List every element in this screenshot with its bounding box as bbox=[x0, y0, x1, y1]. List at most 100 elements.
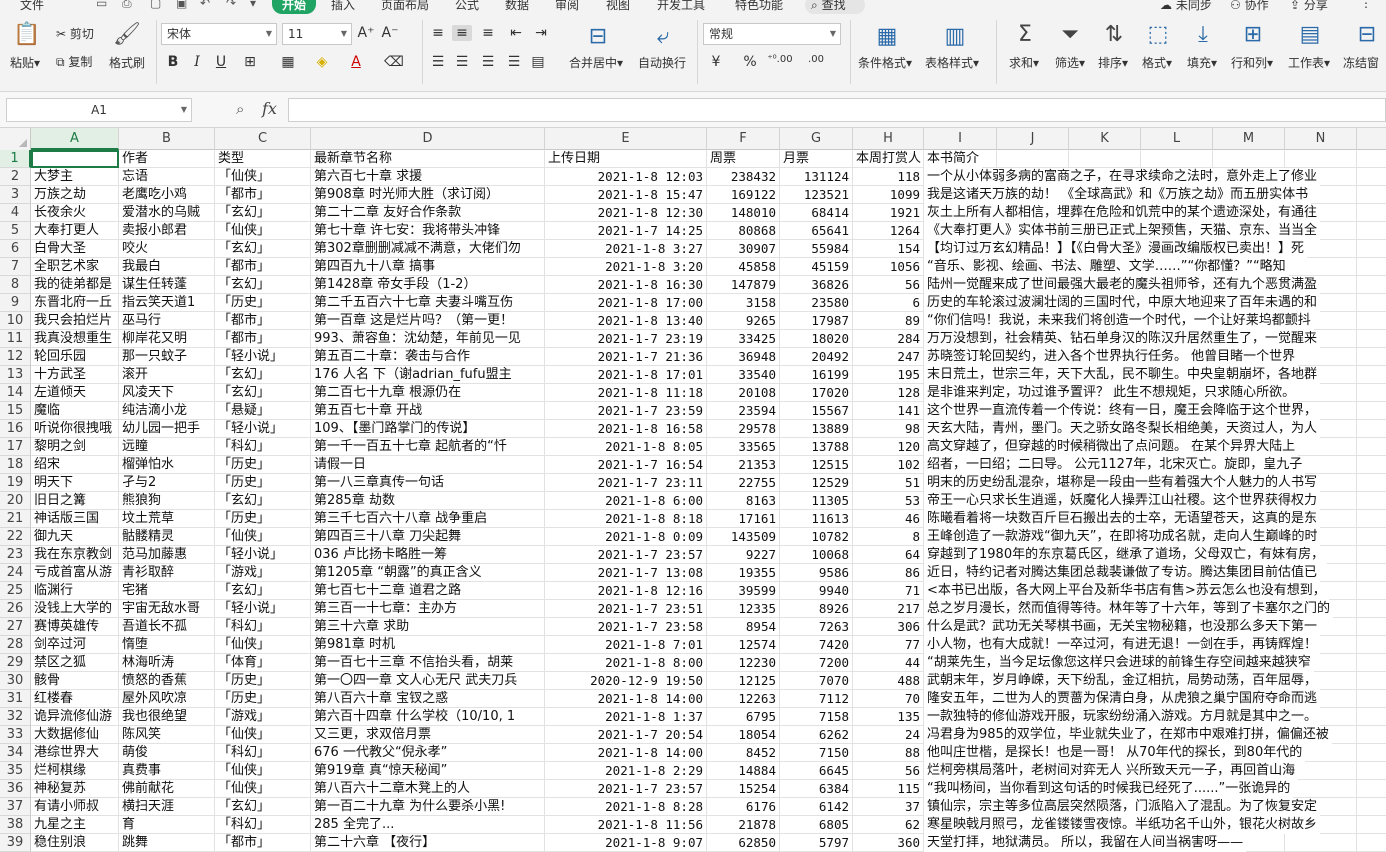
cell[interactable]: 65641 bbox=[780, 222, 853, 240]
cell[interactable]: 2021-1-8 3:27 bbox=[545, 240, 707, 258]
row-header[interactable]: 14 bbox=[0, 384, 31, 402]
cell[interactable]: 2021-1-7 23:19 bbox=[545, 330, 707, 348]
cell[interactable]: 第285章 劫数 bbox=[311, 492, 545, 510]
fill-icon[interactable]: ⤓ bbox=[1188, 22, 1218, 47]
formula-input[interactable] bbox=[288, 98, 1386, 122]
row-header[interactable]: 21 bbox=[0, 510, 31, 528]
cell[interactable]: 2021-1-8 8:05 bbox=[545, 438, 707, 456]
cell[interactable] bbox=[31, 150, 119, 168]
cell[interactable]: 8954 bbox=[707, 618, 780, 636]
cell[interactable]: 总之岁月漫长，然而值得等待。林年等了十六年，等到了卡塞尔之门的 bbox=[924, 600, 1334, 618]
cell[interactable]: 东晋北府一丘 bbox=[31, 294, 119, 312]
cell[interactable]: 「科幻」 bbox=[215, 438, 311, 456]
cell[interactable]: 本书简介 bbox=[924, 150, 983, 168]
cell[interactable]: 12515 bbox=[780, 456, 853, 474]
cell[interactable]: 11305 bbox=[780, 492, 853, 510]
cell[interactable]: 2021-1-8 14:00 bbox=[545, 690, 707, 708]
cell[interactable]: 88 bbox=[853, 744, 924, 762]
cut-button[interactable]: ✂ 剪切 bbox=[56, 25, 94, 42]
cell[interactable]: 真费事 bbox=[119, 762, 215, 780]
cell[interactable]: 我只会拍烂片 bbox=[31, 312, 119, 330]
cell[interactable]: 隆安五年，二世为人的贾蔷为保清白身，从虎狼之巢宁国府夺命而逃 bbox=[924, 690, 1321, 708]
cell[interactable]: 那一只蚊子 bbox=[119, 348, 215, 366]
cell[interactable]: 143509 bbox=[707, 528, 780, 546]
cell[interactable]: 佛前献花 bbox=[119, 780, 215, 798]
zoom-icon[interactable]: ⌕ bbox=[236, 100, 244, 118]
cell[interactable]: 036 卢比扬卡略胜一筹 bbox=[311, 546, 545, 564]
cell[interactable]: 45159 bbox=[780, 258, 853, 276]
cell[interactable]: 什么是武？武功无关琴棋书画，无关宝物秘籍，也没那么多天下第一 bbox=[924, 618, 1321, 636]
outdent-icon[interactable]: ⇤ bbox=[506, 25, 526, 41]
cell[interactable]: 大奉打更人 bbox=[31, 222, 119, 240]
cell[interactable]: 10068 bbox=[780, 546, 853, 564]
cell[interactable]: 2021-1-7 23:57 bbox=[545, 780, 707, 798]
clear-icon[interactable]: ⌫ bbox=[384, 54, 404, 70]
row-header[interactable]: 28 bbox=[0, 636, 31, 654]
cell[interactable]: 我最白 bbox=[119, 258, 215, 276]
row-header[interactable]: 16 bbox=[0, 420, 31, 438]
copy-button[interactable]: ⧉ 复制 bbox=[56, 53, 92, 70]
cell[interactable]: 旧日之篝 bbox=[31, 492, 119, 510]
cell[interactable]: 又三更，求双倍月票 bbox=[311, 726, 545, 744]
cell[interactable]: 64 bbox=[853, 546, 924, 564]
table-style-button[interactable]: 表格样式▾ bbox=[925, 54, 979, 71]
cell[interactable]: 37 bbox=[853, 798, 924, 816]
preview-icon[interactable]: ▢ bbox=[150, 0, 161, 10]
cell[interactable]: 2021-1-8 12:30 bbox=[545, 204, 707, 222]
cell[interactable]: 238432 bbox=[707, 168, 780, 186]
cell[interactable]: 赛博英雄传 bbox=[31, 618, 119, 636]
cell[interactable]: 万万没想到，社会精英、钻石单身汉的陈汉升居然重生了，一觉醒来 bbox=[924, 330, 1321, 348]
wrap-text-button[interactable]: 自动换行 bbox=[638, 54, 686, 71]
cell[interactable]: 21878 bbox=[707, 816, 780, 834]
cell[interactable]: 「仙侠」 bbox=[215, 168, 311, 186]
cell[interactable]: 23580 bbox=[780, 294, 853, 312]
cell[interactable]: 7200 bbox=[780, 654, 853, 672]
cell[interactable]: 「玄幻」 bbox=[215, 204, 311, 222]
cell[interactable]: 陈曦看着将一块数百斤巨石搬出去的士卒，无语望苍天，这真的是东 bbox=[924, 510, 1321, 528]
cell[interactable]: 坟土荒草 bbox=[119, 510, 215, 528]
cell[interactable]: 第二十六章 【夜行】 bbox=[311, 834, 545, 852]
cell[interactable]: 近日，特约记者对腾达集团总裁裴谦做了专访。腾达集团目前估值已 bbox=[924, 564, 1321, 582]
cell[interactable]: 吾道长不孤 bbox=[119, 618, 215, 636]
cell[interactable]: 第919章 真“惊天秘闻” bbox=[311, 762, 545, 780]
cell[interactable]: 2021-1-8 17:01 bbox=[545, 366, 707, 384]
cell[interactable]: 黎明之剑 bbox=[31, 438, 119, 456]
cell[interactable]: 魔临 bbox=[31, 402, 119, 420]
decrease-font-icon[interactable]: A⁻ bbox=[380, 25, 400, 41]
cell[interactable]: 45858 bbox=[707, 258, 780, 276]
cell[interactable]: 70 bbox=[853, 690, 924, 708]
cell[interactable]: 195 bbox=[853, 366, 924, 384]
cell[interactable]: 跳舞 bbox=[119, 834, 215, 852]
cell[interactable]: 16199 bbox=[780, 366, 853, 384]
conditional-format-icon[interactable]: ▦ bbox=[872, 24, 902, 49]
cell[interactable]: 36826 bbox=[780, 276, 853, 294]
column-header-d[interactable]: D bbox=[311, 128, 545, 150]
increase-font-icon[interactable]: A⁺ bbox=[356, 25, 376, 41]
cell[interactable]: 第一百七十三章 不信抬头看，胡莱 bbox=[311, 654, 545, 672]
cell[interactable]: 39599 bbox=[707, 582, 780, 600]
cell[interactable]: 穿越到了1980年的东京葛氏区，继承了道场，父母双亡，有妹有房， bbox=[924, 546, 1328, 564]
cell[interactable]: 横扫天涯 bbox=[119, 798, 215, 816]
cell[interactable]: 2021-1-8 8:18 bbox=[545, 510, 707, 528]
cell[interactable]: 「都市」 bbox=[215, 330, 311, 348]
tab-formulas[interactable]: 公式 bbox=[455, 0, 479, 14]
cell[interactable]: 第四百九十八章 搞事 bbox=[311, 258, 545, 276]
cell[interactable]: 6 bbox=[853, 294, 924, 312]
cell[interactable]: 我是这诸天万族的劫！ 《全球高武》和《万族之劫》而五册实体书 bbox=[924, 186, 1312, 204]
cell[interactable]: 有请小师叔 bbox=[31, 798, 119, 816]
cell[interactable]: 九星之主 bbox=[31, 816, 119, 834]
cell[interactable]: 17987 bbox=[780, 312, 853, 330]
cell[interactable]: 「轻小说」 bbox=[215, 546, 311, 564]
cell[interactable]: 147879 bbox=[707, 276, 780, 294]
row-header[interactable]: 11 bbox=[0, 330, 31, 348]
share-button[interactable]: ⇪ 分享 bbox=[1290, 0, 1328, 13]
cell[interactable]: 我在东京教剑 bbox=[31, 546, 119, 564]
cell[interactable]: 第981章 时机 bbox=[311, 636, 545, 654]
sum-icon[interactable]: Σ bbox=[1010, 22, 1040, 47]
cell[interactable]: 2021-1-7 16:54 bbox=[545, 456, 707, 474]
cell[interactable]: 284 bbox=[853, 330, 924, 348]
cell[interactable]: 「科幻」 bbox=[215, 618, 311, 636]
cell[interactable]: 6262 bbox=[780, 726, 853, 744]
cell[interactable]: 「轻小说」 bbox=[215, 600, 311, 618]
cell[interactable]: 9586 bbox=[780, 564, 853, 582]
